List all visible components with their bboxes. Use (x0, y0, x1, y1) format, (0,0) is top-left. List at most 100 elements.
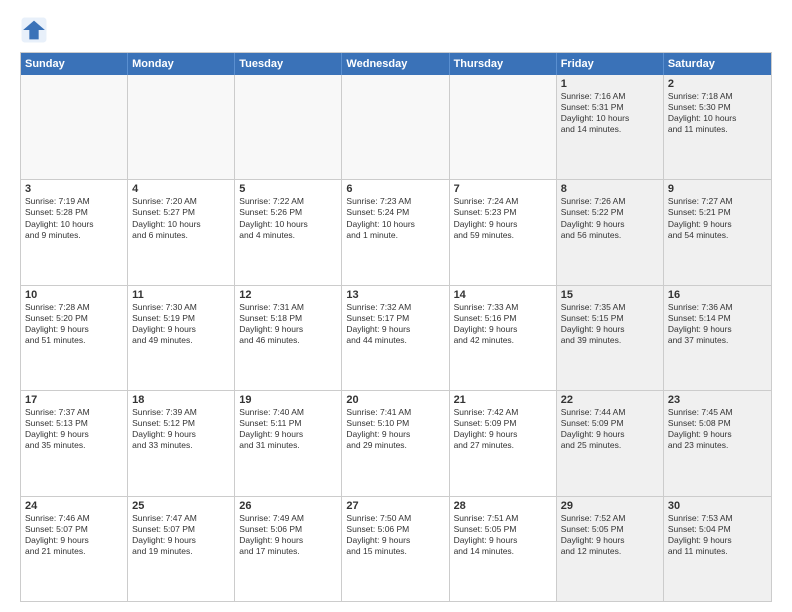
day-info: Sunrise: 7:33 AM Sunset: 5:16 PM Dayligh… (454, 302, 552, 346)
calendar-row: 10Sunrise: 7:28 AM Sunset: 5:20 PM Dayli… (21, 285, 771, 390)
day-number: 24 (25, 500, 123, 512)
calendar-cell: 26Sunrise: 7:49 AM Sunset: 5:06 PM Dayli… (235, 497, 342, 601)
calendar-cell: 28Sunrise: 7:51 AM Sunset: 5:05 PM Dayli… (450, 497, 557, 601)
calendar-row: 1Sunrise: 7:16 AM Sunset: 5:31 PM Daylig… (21, 75, 771, 179)
day-number: 2 (668, 78, 767, 90)
weekday-header: Sunday (21, 53, 128, 75)
day-number: 14 (454, 289, 552, 301)
calendar-cell: 13Sunrise: 7:32 AM Sunset: 5:17 PM Dayli… (342, 286, 449, 390)
weekday-header: Wednesday (342, 53, 449, 75)
calendar-row: 17Sunrise: 7:37 AM Sunset: 5:13 PM Dayli… (21, 390, 771, 495)
day-number: 30 (668, 500, 767, 512)
calendar-cell: 1Sunrise: 7:16 AM Sunset: 5:31 PM Daylig… (557, 75, 664, 179)
calendar-row: 24Sunrise: 7:46 AM Sunset: 5:07 PM Dayli… (21, 496, 771, 601)
day-number: 22 (561, 394, 659, 406)
day-number: 3 (25, 183, 123, 195)
calendar-cell (450, 75, 557, 179)
calendar-cell: 20Sunrise: 7:41 AM Sunset: 5:10 PM Dayli… (342, 391, 449, 495)
weekday-header: Monday (128, 53, 235, 75)
calendar-row: 3Sunrise: 7:19 AM Sunset: 5:28 PM Daylig… (21, 179, 771, 284)
calendar-cell (235, 75, 342, 179)
calendar-cell: 24Sunrise: 7:46 AM Sunset: 5:07 PM Dayli… (21, 497, 128, 601)
day-number: 9 (668, 183, 767, 195)
calendar-cell (21, 75, 128, 179)
header (20, 16, 772, 44)
day-info: Sunrise: 7:32 AM Sunset: 5:17 PM Dayligh… (346, 302, 444, 346)
calendar-body: 1Sunrise: 7:16 AM Sunset: 5:31 PM Daylig… (21, 75, 771, 601)
day-number: 16 (668, 289, 767, 301)
day-info: Sunrise: 7:31 AM Sunset: 5:18 PM Dayligh… (239, 302, 337, 346)
day-info: Sunrise: 7:40 AM Sunset: 5:11 PM Dayligh… (239, 407, 337, 451)
calendar-cell: 25Sunrise: 7:47 AM Sunset: 5:07 PM Dayli… (128, 497, 235, 601)
day-info: Sunrise: 7:47 AM Sunset: 5:07 PM Dayligh… (132, 513, 230, 557)
calendar-cell: 5Sunrise: 7:22 AM Sunset: 5:26 PM Daylig… (235, 180, 342, 284)
calendar-cell: 16Sunrise: 7:36 AM Sunset: 5:14 PM Dayli… (664, 286, 771, 390)
calendar-cell: 7Sunrise: 7:24 AM Sunset: 5:23 PM Daylig… (450, 180, 557, 284)
calendar-cell: 8Sunrise: 7:26 AM Sunset: 5:22 PM Daylig… (557, 180, 664, 284)
day-number: 15 (561, 289, 659, 301)
day-number: 17 (25, 394, 123, 406)
day-info: Sunrise: 7:16 AM Sunset: 5:31 PM Dayligh… (561, 91, 659, 135)
day-info: Sunrise: 7:26 AM Sunset: 5:22 PM Dayligh… (561, 196, 659, 240)
day-number: 7 (454, 183, 552, 195)
day-number: 4 (132, 183, 230, 195)
weekday-header: Friday (557, 53, 664, 75)
day-info: Sunrise: 7:45 AM Sunset: 5:08 PM Dayligh… (668, 407, 767, 451)
day-info: Sunrise: 7:35 AM Sunset: 5:15 PM Dayligh… (561, 302, 659, 346)
calendar-cell: 2Sunrise: 7:18 AM Sunset: 5:30 PM Daylig… (664, 75, 771, 179)
calendar-cell (128, 75, 235, 179)
day-info: Sunrise: 7:39 AM Sunset: 5:12 PM Dayligh… (132, 407, 230, 451)
calendar-cell: 3Sunrise: 7:19 AM Sunset: 5:28 PM Daylig… (21, 180, 128, 284)
calendar-cell: 10Sunrise: 7:28 AM Sunset: 5:20 PM Dayli… (21, 286, 128, 390)
calendar-cell: 19Sunrise: 7:40 AM Sunset: 5:11 PM Dayli… (235, 391, 342, 495)
calendar-cell: 23Sunrise: 7:45 AM Sunset: 5:08 PM Dayli… (664, 391, 771, 495)
day-info: Sunrise: 7:24 AM Sunset: 5:23 PM Dayligh… (454, 196, 552, 240)
day-info: Sunrise: 7:52 AM Sunset: 5:05 PM Dayligh… (561, 513, 659, 557)
day-number: 8 (561, 183, 659, 195)
calendar-cell: 14Sunrise: 7:33 AM Sunset: 5:16 PM Dayli… (450, 286, 557, 390)
day-info: Sunrise: 7:27 AM Sunset: 5:21 PM Dayligh… (668, 196, 767, 240)
day-number: 13 (346, 289, 444, 301)
day-info: Sunrise: 7:50 AM Sunset: 5:06 PM Dayligh… (346, 513, 444, 557)
day-number: 12 (239, 289, 337, 301)
calendar-cell: 22Sunrise: 7:44 AM Sunset: 5:09 PM Dayli… (557, 391, 664, 495)
day-number: 18 (132, 394, 230, 406)
calendar-cell: 11Sunrise: 7:30 AM Sunset: 5:19 PM Dayli… (128, 286, 235, 390)
calendar-cell: 12Sunrise: 7:31 AM Sunset: 5:18 PM Dayli… (235, 286, 342, 390)
day-number: 10 (25, 289, 123, 301)
day-info: Sunrise: 7:53 AM Sunset: 5:04 PM Dayligh… (668, 513, 767, 557)
weekday-header: Thursday (450, 53, 557, 75)
day-number: 29 (561, 500, 659, 512)
calendar-cell: 27Sunrise: 7:50 AM Sunset: 5:06 PM Dayli… (342, 497, 449, 601)
day-number: 25 (132, 500, 230, 512)
calendar: SundayMondayTuesdayWednesdayThursdayFrid… (20, 52, 772, 602)
day-info: Sunrise: 7:20 AM Sunset: 5:27 PM Dayligh… (132, 196, 230, 240)
day-info: Sunrise: 7:37 AM Sunset: 5:13 PM Dayligh… (25, 407, 123, 451)
page: SundayMondayTuesdayWednesdayThursdayFrid… (0, 0, 792, 612)
day-info: Sunrise: 7:28 AM Sunset: 5:20 PM Dayligh… (25, 302, 123, 346)
day-number: 23 (668, 394, 767, 406)
day-info: Sunrise: 7:22 AM Sunset: 5:26 PM Dayligh… (239, 196, 337, 240)
calendar-cell: 17Sunrise: 7:37 AM Sunset: 5:13 PM Dayli… (21, 391, 128, 495)
day-info: Sunrise: 7:41 AM Sunset: 5:10 PM Dayligh… (346, 407, 444, 451)
day-info: Sunrise: 7:36 AM Sunset: 5:14 PM Dayligh… (668, 302, 767, 346)
calendar-cell: 29Sunrise: 7:52 AM Sunset: 5:05 PM Dayli… (557, 497, 664, 601)
calendar-cell: 18Sunrise: 7:39 AM Sunset: 5:12 PM Dayli… (128, 391, 235, 495)
day-number: 26 (239, 500, 337, 512)
calendar-cell: 6Sunrise: 7:23 AM Sunset: 5:24 PM Daylig… (342, 180, 449, 284)
day-number: 5 (239, 183, 337, 195)
day-number: 19 (239, 394, 337, 406)
day-info: Sunrise: 7:49 AM Sunset: 5:06 PM Dayligh… (239, 513, 337, 557)
day-info: Sunrise: 7:44 AM Sunset: 5:09 PM Dayligh… (561, 407, 659, 451)
calendar-cell: 9Sunrise: 7:27 AM Sunset: 5:21 PM Daylig… (664, 180, 771, 284)
day-info: Sunrise: 7:42 AM Sunset: 5:09 PM Dayligh… (454, 407, 552, 451)
day-info: Sunrise: 7:23 AM Sunset: 5:24 PM Dayligh… (346, 196, 444, 240)
calendar-cell: 15Sunrise: 7:35 AM Sunset: 5:15 PM Dayli… (557, 286, 664, 390)
calendar-cell: 30Sunrise: 7:53 AM Sunset: 5:04 PM Dayli… (664, 497, 771, 601)
day-info: Sunrise: 7:30 AM Sunset: 5:19 PM Dayligh… (132, 302, 230, 346)
day-number: 27 (346, 500, 444, 512)
weekday-header: Tuesday (235, 53, 342, 75)
day-number: 6 (346, 183, 444, 195)
day-info: Sunrise: 7:46 AM Sunset: 5:07 PM Dayligh… (25, 513, 123, 557)
calendar-header: SundayMondayTuesdayWednesdayThursdayFrid… (21, 53, 771, 75)
